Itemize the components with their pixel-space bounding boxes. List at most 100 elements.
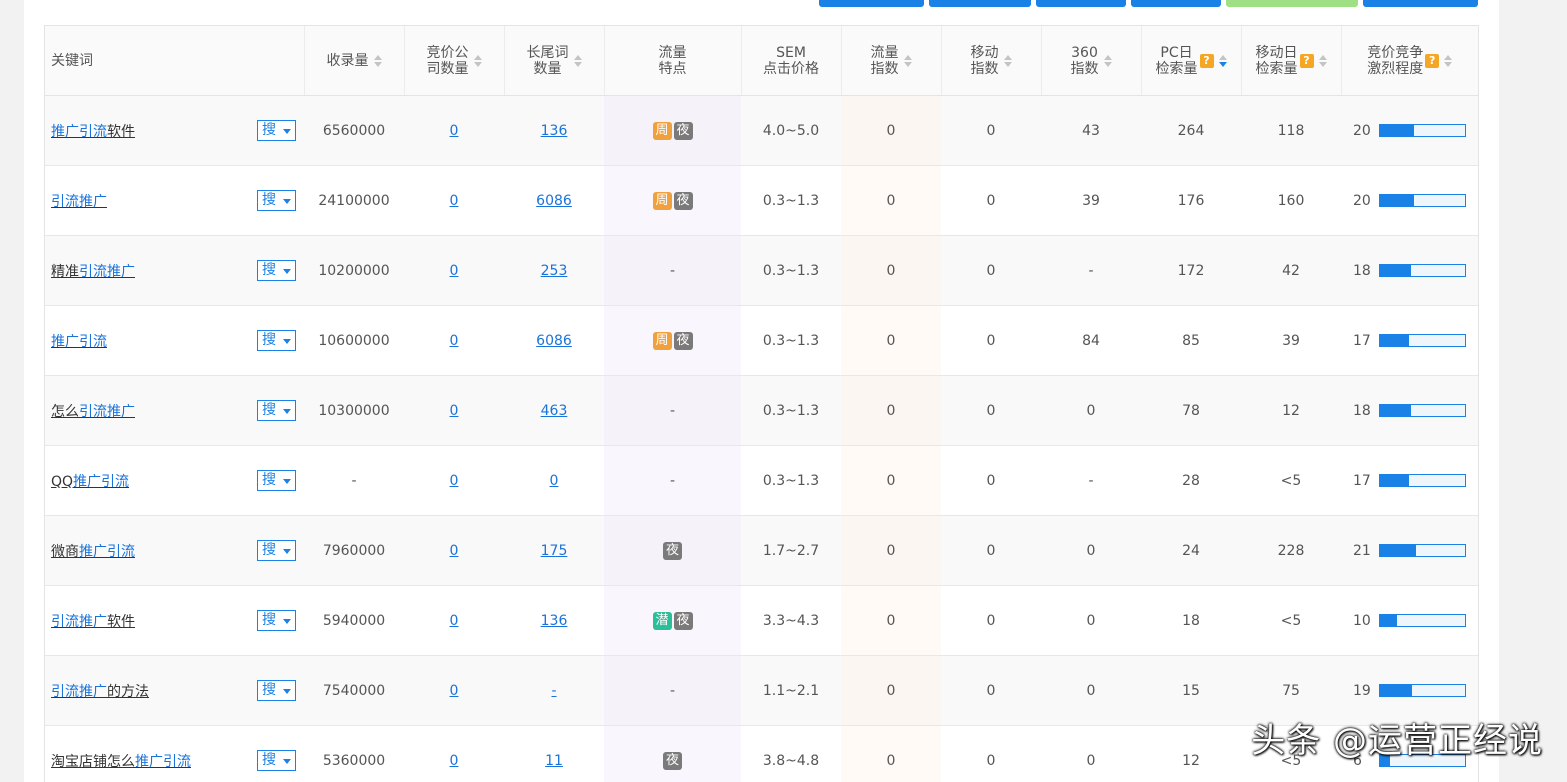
toolbar-button-4[interactable] <box>1131 0 1221 7</box>
cell-mobile-daily-value: 75 <box>1282 682 1300 699</box>
search-dropdown-button[interactable]: 搜 <box>257 470 296 491</box>
cell-mobile-daily: <5 <box>1241 445 1341 516</box>
toolbar-button-2[interactable] <box>929 0 1031 7</box>
sort-icon[interactable] <box>1003 54 1012 67</box>
competition-value: 18 <box>1353 262 1371 279</box>
col-header-indexed-label: 收录量 <box>326 52 369 69</box>
cell-longtail-link[interactable]: 6086 <box>536 333 572 349</box>
cell-bid-companies-link[interactable]: 0 <box>450 333 459 349</box>
competition-value: 17 <box>1353 472 1371 489</box>
toolbar-button-6[interactable] <box>1363 0 1478 7</box>
cell-mobile-daily-value: <5 <box>1280 612 1302 629</box>
cell-bid-companies: 0 <box>404 725 504 782</box>
toolbar-button-1[interactable] <box>819 0 924 7</box>
cell-indexed-value: 10200000 <box>318 262 390 279</box>
competition-bar <box>1379 684 1466 697</box>
sort-icon[interactable] <box>573 54 582 67</box>
keyword-link[interactable]: 引流推广的方法 <box>51 684 149 700</box>
cell-mobile-index: 0 <box>941 725 1041 782</box>
col-header-longtail[interactable]: 长尾词 数量 <box>504 26 605 96</box>
tag-night-badge: 夜 <box>673 191 693 210</box>
col-header-bid-companies[interactable]: 竞价公 司数量 <box>404 26 505 96</box>
cell-bid-companies-link[interactable]: 0 <box>450 403 459 419</box>
cell-longtail-link[interactable]: 463 <box>541 403 568 419</box>
cell-flow-index: 0 <box>841 305 941 376</box>
search-label: 搜 <box>262 752 276 768</box>
cell-bid-companies-link[interactable]: 0 <box>450 683 459 699</box>
search-dropdown-button[interactable]: 搜 <box>257 190 296 211</box>
col-header-flow-index[interactable]: 流量 指数 <box>841 26 942 96</box>
cell-flow-index: 0 <box>841 585 941 656</box>
search-dropdown-button[interactable]: 搜 <box>257 610 296 631</box>
cell-longtail-link[interactable]: 136 <box>541 123 568 139</box>
search-dropdown-button[interactable]: 搜 <box>257 540 296 561</box>
col-header-pc-daily[interactable]: PC日 检索量? <box>1141 26 1242 96</box>
search-dropdown-button[interactable]: 搜 <box>257 120 296 141</box>
cell-bid-companies-link[interactable]: 0 <box>450 613 459 629</box>
col-header-mobile-daily[interactable]: 移动日 检索量? <box>1241 26 1342 96</box>
cell-360-index-value: - <box>1088 262 1094 279</box>
sort-icon[interactable] <box>903 54 912 67</box>
keyword-link[interactable]: 引流推广 <box>51 194 107 210</box>
sort-icon[interactable] <box>1444 54 1453 67</box>
cell-bid-companies-link[interactable]: 0 <box>450 193 459 209</box>
cell-bid-companies-link[interactable]: 0 <box>450 753 459 769</box>
cell-longtail-link[interactable]: 253 <box>541 263 568 279</box>
search-dropdown-button[interactable]: 搜 <box>257 750 296 771</box>
toolbar-button-3[interactable] <box>1036 0 1126 7</box>
search-dropdown-button[interactable]: 搜 <box>257 330 296 351</box>
sort-icon[interactable] <box>1103 54 1112 67</box>
keyword-link[interactable]: 精准引流推广 <box>51 264 135 280</box>
sort-icon[interactable] <box>473 54 482 67</box>
keyword-link[interactable]: 怎么引流推广 <box>51 404 135 420</box>
cell-longtail-link[interactable]: 0 <box>550 473 559 489</box>
keyword-link[interactable]: QQ推广引流 <box>51 474 129 490</box>
toolbar-button-5[interactable] <box>1226 0 1358 7</box>
competition-bar-fill <box>1380 125 1414 136</box>
sort-icon[interactable] <box>373 54 382 67</box>
chevron-down-icon <box>283 619 291 624</box>
cell-360-index: - <box>1041 235 1141 306</box>
cell-bid-companies-link[interactable]: 0 <box>450 473 459 489</box>
col-header-comp-label-2: 激烈程度 <box>1367 60 1424 77</box>
cell-pc-daily: 78 <box>1141 375 1241 446</box>
col-header-mobile-index[interactable]: 移动 指数 <box>941 26 1042 96</box>
cell-mobile-daily: <5 <box>1241 585 1341 656</box>
cell-bid-companies-link[interactable]: 0 <box>450 543 459 559</box>
cell-mobile-daily-value: <5 <box>1280 472 1302 489</box>
keyword-table-wrapper: 关键词 收录量 竞价公 司数量 长尾词 数量 流量 特点 SEM 点击价格 流量 指数 移… <box>44 25 1479 782</box>
cell-indexed: 5940000 <box>304 585 404 656</box>
keyword-link[interactable]: 淘宝店铺怎么推广引流 <box>51 754 191 770</box>
cell-mobile-index: 0 <box>941 655 1041 726</box>
sort-icon[interactable] <box>1318 54 1327 67</box>
feature-empty: - <box>669 402 676 419</box>
cell-longtail: 136 <box>504 585 604 656</box>
keyword-text: 淘宝店铺怎么 <box>51 753 135 770</box>
sort-icon-active[interactable] <box>1218 54 1227 67</box>
cell-longtail-link[interactable]: - <box>551 683 556 699</box>
keyword-link[interactable]: 微商推广引流 <box>51 544 135 560</box>
col-header-360-index[interactable]: 360 指数 <box>1041 26 1142 96</box>
cell-longtail-link[interactable]: 6086 <box>536 193 572 209</box>
cell-mobile-index: 0 <box>941 375 1041 446</box>
cell-bid-companies-link[interactable]: 0 <box>450 263 459 279</box>
search-dropdown-button[interactable]: 搜 <box>257 680 296 701</box>
search-dropdown-button[interactable]: 搜 <box>257 400 296 421</box>
help-icon[interactable]: ? <box>1299 53 1314 68</box>
keyword-link[interactable]: 推广引流 <box>51 334 107 350</box>
cell-longtail-link[interactable]: 136 <box>541 613 568 629</box>
col-header-competition[interactable]: 竞价竞争 激烈程度? <box>1341 26 1478 96</box>
keyword-link[interactable]: 引流推广软件 <box>51 614 135 630</box>
col-header-indexed[interactable]: 收录量 <box>304 26 405 96</box>
cell-traffic-feature: - <box>604 445 741 516</box>
cell-longtail-link[interactable]: 175 <box>541 543 568 559</box>
help-icon[interactable]: ? <box>1199 53 1214 68</box>
cell-bid-companies-link[interactable]: 0 <box>450 123 459 139</box>
help-icon[interactable]: ? <box>1425 53 1440 68</box>
search-dropdown-button[interactable]: 搜 <box>257 260 296 281</box>
cell-sem-price: 0.3~1.3 <box>741 235 841 306</box>
keyword-link[interactable]: 推广引流软件 <box>51 124 135 140</box>
keyword-text: 精准 <box>51 263 79 280</box>
cell-indexed: 10200000 <box>304 235 404 306</box>
cell-longtail-link[interactable]: 11 <box>545 753 563 769</box>
